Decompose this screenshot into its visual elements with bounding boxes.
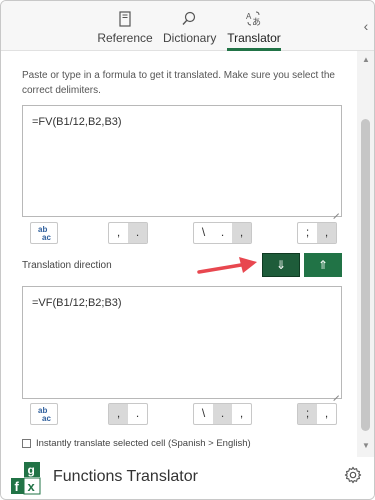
instructions-text: Paste or type in a formula to get it tra…	[22, 70, 335, 96]
svg-text:f: f	[15, 479, 20, 494]
instant-translate-label: Instantly translate selected cell (Spani…	[36, 438, 251, 449]
translate-down-button[interactable]: ⇓	[262, 253, 300, 277]
delimiter-option[interactable]: ,	[317, 404, 336, 424]
spellcheck-abc-button[interactable]: ab ac	[30, 222, 58, 244]
scrollbar-thumb[interactable]	[361, 119, 370, 431]
tab-translator-label: Translator	[227, 31, 281, 45]
footer: g f x Functions Translator	[1, 457, 374, 499]
translated-formula-output[interactable]: =VF(B1/12;B2;B3)	[22, 286, 342, 399]
abc-icon-sub: ac	[42, 233, 51, 242]
functions-translator-logo-icon: g f x	[11, 462, 41, 495]
delimiter-option[interactable]: \	[194, 223, 213, 243]
array-column-delimiter-toggle: \ . ,	[193, 403, 252, 425]
gear-icon[interactable]	[344, 466, 362, 484]
spellcheck-abc-button[interactable]: ab ac	[30, 403, 58, 425]
argument-delimiter-toggle: ; ,	[297, 222, 337, 244]
delimiter-option[interactable]: .	[213, 404, 232, 424]
delimiter-option[interactable]: .	[128, 223, 147, 243]
delimiter-option[interactable]: ;	[298, 404, 317, 424]
decimal-delimiter-toggle: , .	[108, 222, 148, 244]
delimiter-option[interactable]: ,	[109, 223, 128, 243]
delimiter-option[interactable]: .	[213, 223, 232, 243]
tab-dictionary-label: Dictionary	[163, 31, 217, 45]
source-formula-input[interactable]: =FV(B1/12,B2,B3)	[22, 105, 342, 217]
search-icon	[182, 11, 196, 25]
delimiter-option[interactable]: ,	[232, 223, 251, 243]
argument-delimiter-toggle: ; ,	[297, 403, 337, 425]
target-options-row: ab ac , . \ . , ; ,	[22, 402, 342, 428]
delimiter-option[interactable]: ,	[317, 223, 336, 243]
translation-direction-label: Translation direction	[22, 260, 112, 271]
translator-pane: Reference Dictionary A あ Translator ‹ ▲ …	[0, 0, 375, 500]
delimiter-option[interactable]: ;	[298, 223, 317, 243]
chevron-left-icon[interactable]: ‹	[357, 1, 374, 51]
array-column-delimiter-toggle: \ . ,	[193, 222, 252, 244]
tab-bar: Reference Dictionary A あ Translator	[1, 1, 357, 51]
svg-text:あ: あ	[252, 17, 261, 27]
translate-icon: A あ	[246, 11, 261, 27]
tab-dictionary[interactable]: Dictionary	[163, 9, 217, 51]
decimal-delimiter-toggle: , .	[108, 403, 148, 425]
translated-formula-text: =VF(B1/12;B2;B3)	[32, 297, 122, 309]
scroll-up-arrow-icon[interactable]: ▲	[357, 53, 374, 67]
footer-title: Functions Translator	[53, 468, 198, 485]
instant-translate-option[interactable]: Instantly translate selected cell (Spani…	[22, 438, 251, 449]
tab-reference-label: Reference	[97, 31, 153, 45]
delimiter-option[interactable]: .	[128, 404, 147, 424]
delimiter-option[interactable]: ,	[109, 404, 128, 424]
svg-text:x: x	[28, 479, 36, 494]
delimiter-option[interactable]: \	[194, 404, 213, 424]
tab-reference[interactable]: Reference	[95, 9, 155, 51]
delimiter-option[interactable]: ,	[232, 404, 251, 424]
resize-grip-icon[interactable]	[332, 389, 339, 396]
translate-up-button[interactable]: ⇑	[304, 253, 342, 277]
resize-grip-icon[interactable]	[332, 207, 339, 214]
reference-book-icon	[119, 11, 131, 27]
abc-icon-sub: ac	[42, 414, 51, 423]
instant-translate-checkbox[interactable]	[22, 439, 31, 448]
source-options-row: ab ac , . \ . , ; ,	[22, 221, 342, 247]
annotation-arrow-icon	[197, 257, 257, 274]
tab-translator[interactable]: A あ Translator	[225, 9, 283, 51]
source-formula-text: =FV(B1/12,B2,B3)	[32, 116, 122, 128]
svg-text:g: g	[28, 463, 35, 477]
scroll-down-arrow-icon[interactable]: ▼	[357, 439, 374, 453]
